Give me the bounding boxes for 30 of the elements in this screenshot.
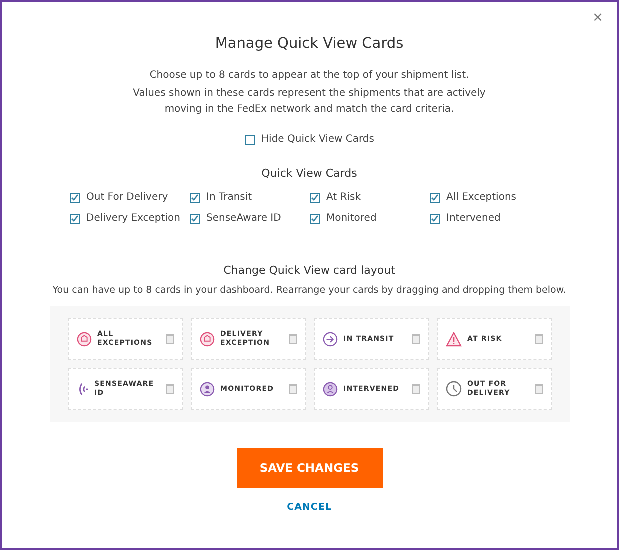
section-heading: Change Quick View card layout xyxy=(224,264,396,277)
cancel-link[interactable]: CANCEL xyxy=(287,502,332,513)
close-button[interactable]: × xyxy=(589,8,607,28)
checkbox-label: At Risk xyxy=(326,192,361,203)
person-icon xyxy=(322,382,338,396)
checkbox[interactable] xyxy=(190,214,200,224)
checkbox[interactable] xyxy=(70,214,80,224)
checkbox[interactable] xyxy=(190,192,200,202)
description: Choose up to 8 cards to appear at the top of your shipment list. xyxy=(148,69,470,83)
checkbox-label: All Exceptions xyxy=(446,192,516,203)
checkbox-label: Delivery Exception xyxy=(86,213,180,224)
checkbox[interactable] xyxy=(244,134,255,144)
checkbox[interactable] xyxy=(310,192,320,202)
checkbox[interactable] xyxy=(70,192,80,202)
layout-hint: You can have up to 8 cards in your dashboard. Rearrange your cards by dragging and dropping them below. xyxy=(52,285,566,296)
warning-icon xyxy=(446,332,462,346)
checkbox-label: Intervened xyxy=(446,213,501,224)
checkbox-label: In Transit xyxy=(206,192,252,203)
section-heading: Quick View Cards xyxy=(262,167,358,180)
description: Values shown in these cards represent the shipments that are actively moving in the FedEx network and match the card criteria. xyxy=(132,87,487,117)
clock-icon xyxy=(446,381,462,397)
checkbox[interactable] xyxy=(430,214,440,224)
checkbox-label: SenseAware ID xyxy=(206,213,282,224)
signal-icon xyxy=(76,382,88,396)
checkbox[interactable] xyxy=(430,192,440,202)
checkbox[interactable] xyxy=(310,214,320,224)
checkbox-label: Out For Delivery xyxy=(86,192,168,203)
dialog-title: Manage Quick View Cards xyxy=(215,36,404,52)
checkbox-label: Monitored xyxy=(326,213,377,224)
person-icon xyxy=(200,382,214,396)
